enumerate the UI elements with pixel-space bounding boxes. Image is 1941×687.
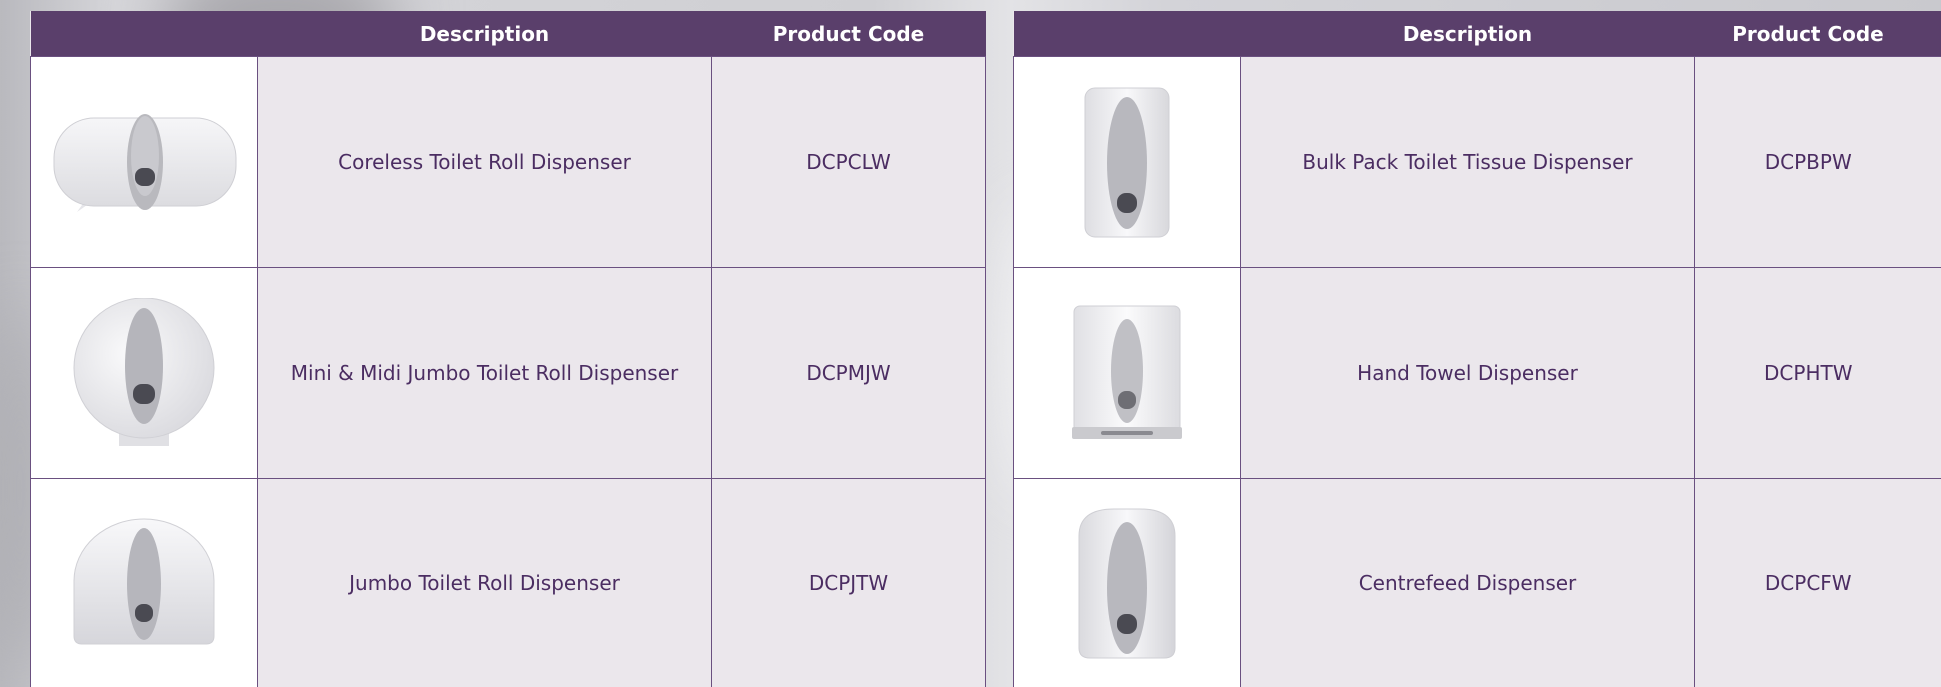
product-image-cell <box>1013 267 1241 479</box>
product-description: Hand Towel Dispenser <box>1240 267 1695 479</box>
table-row: Jumbo Toilet Roll Dispenser DCPJTW <box>30 478 986 687</box>
bulk-pack-dispenser-icon <box>1084 87 1170 237</box>
hand-towel-dispenser-icon <box>1072 305 1182 439</box>
centrefeed-dispenser-icon <box>1078 508 1176 658</box>
table-row: Mini & Midi Jumbo Toilet Roll Dispenser … <box>30 267 986 479</box>
product-image-cell <box>1013 56 1241 268</box>
table-row: Bulk Pack Toilet Tissue Dispenser DCPBPW <box>1013 56 1941 268</box>
product-description: Coreless Toilet Roll Dispenser <box>257 56 712 268</box>
table-row: Coreless Toilet Roll Dispenser DCPCLW <box>30 56 986 268</box>
header-description: Description <box>1240 11 1695 57</box>
table-header-row: Description Product Code <box>30 11 986 57</box>
header-product-code: Product Code <box>711 11 986 57</box>
product-description: Bulk Pack Toilet Tissue Dispenser <box>1240 56 1695 268</box>
product-image-cell <box>1013 478 1241 687</box>
header-image <box>30 11 258 57</box>
mini-midi-jumbo-dispenser-icon <box>73 298 215 446</box>
product-table-left: Description Product Code Coreless Toilet… <box>30 11 986 687</box>
product-image-cell <box>30 478 258 687</box>
product-image-cell <box>30 56 258 268</box>
product-image-cell <box>30 267 258 479</box>
table-header-row: Description Product Code <box>1013 11 1941 57</box>
product-code: DCPCLW <box>711 56 986 268</box>
product-table-right: Description Product Code Bulk Pack Toile… <box>1013 11 1941 687</box>
header-image <box>1013 11 1241 57</box>
coreless-dispenser-icon <box>53 114 237 212</box>
table-row: Hand Towel Dispenser DCPHTW <box>1013 267 1941 479</box>
jumbo-dispenser-icon <box>73 518 215 644</box>
header-description: Description <box>257 11 712 57</box>
product-code: DCPJTW <box>711 478 986 687</box>
product-description: Mini & Midi Jumbo Toilet Roll Dispenser <box>257 267 712 479</box>
product-code: DCPMJW <box>711 267 986 479</box>
product-description: Centrefeed Dispenser <box>1240 478 1695 687</box>
table-row: Centrefeed Dispenser DCPCFW <box>1013 478 1941 687</box>
header-product-code: Product Code <box>1694 11 1941 57</box>
product-code: DCPHTW <box>1694 267 1941 479</box>
product-code: DCPCFW <box>1694 478 1941 687</box>
product-description: Jumbo Toilet Roll Dispenser <box>257 478 712 687</box>
product-code: DCPBPW <box>1694 56 1941 268</box>
